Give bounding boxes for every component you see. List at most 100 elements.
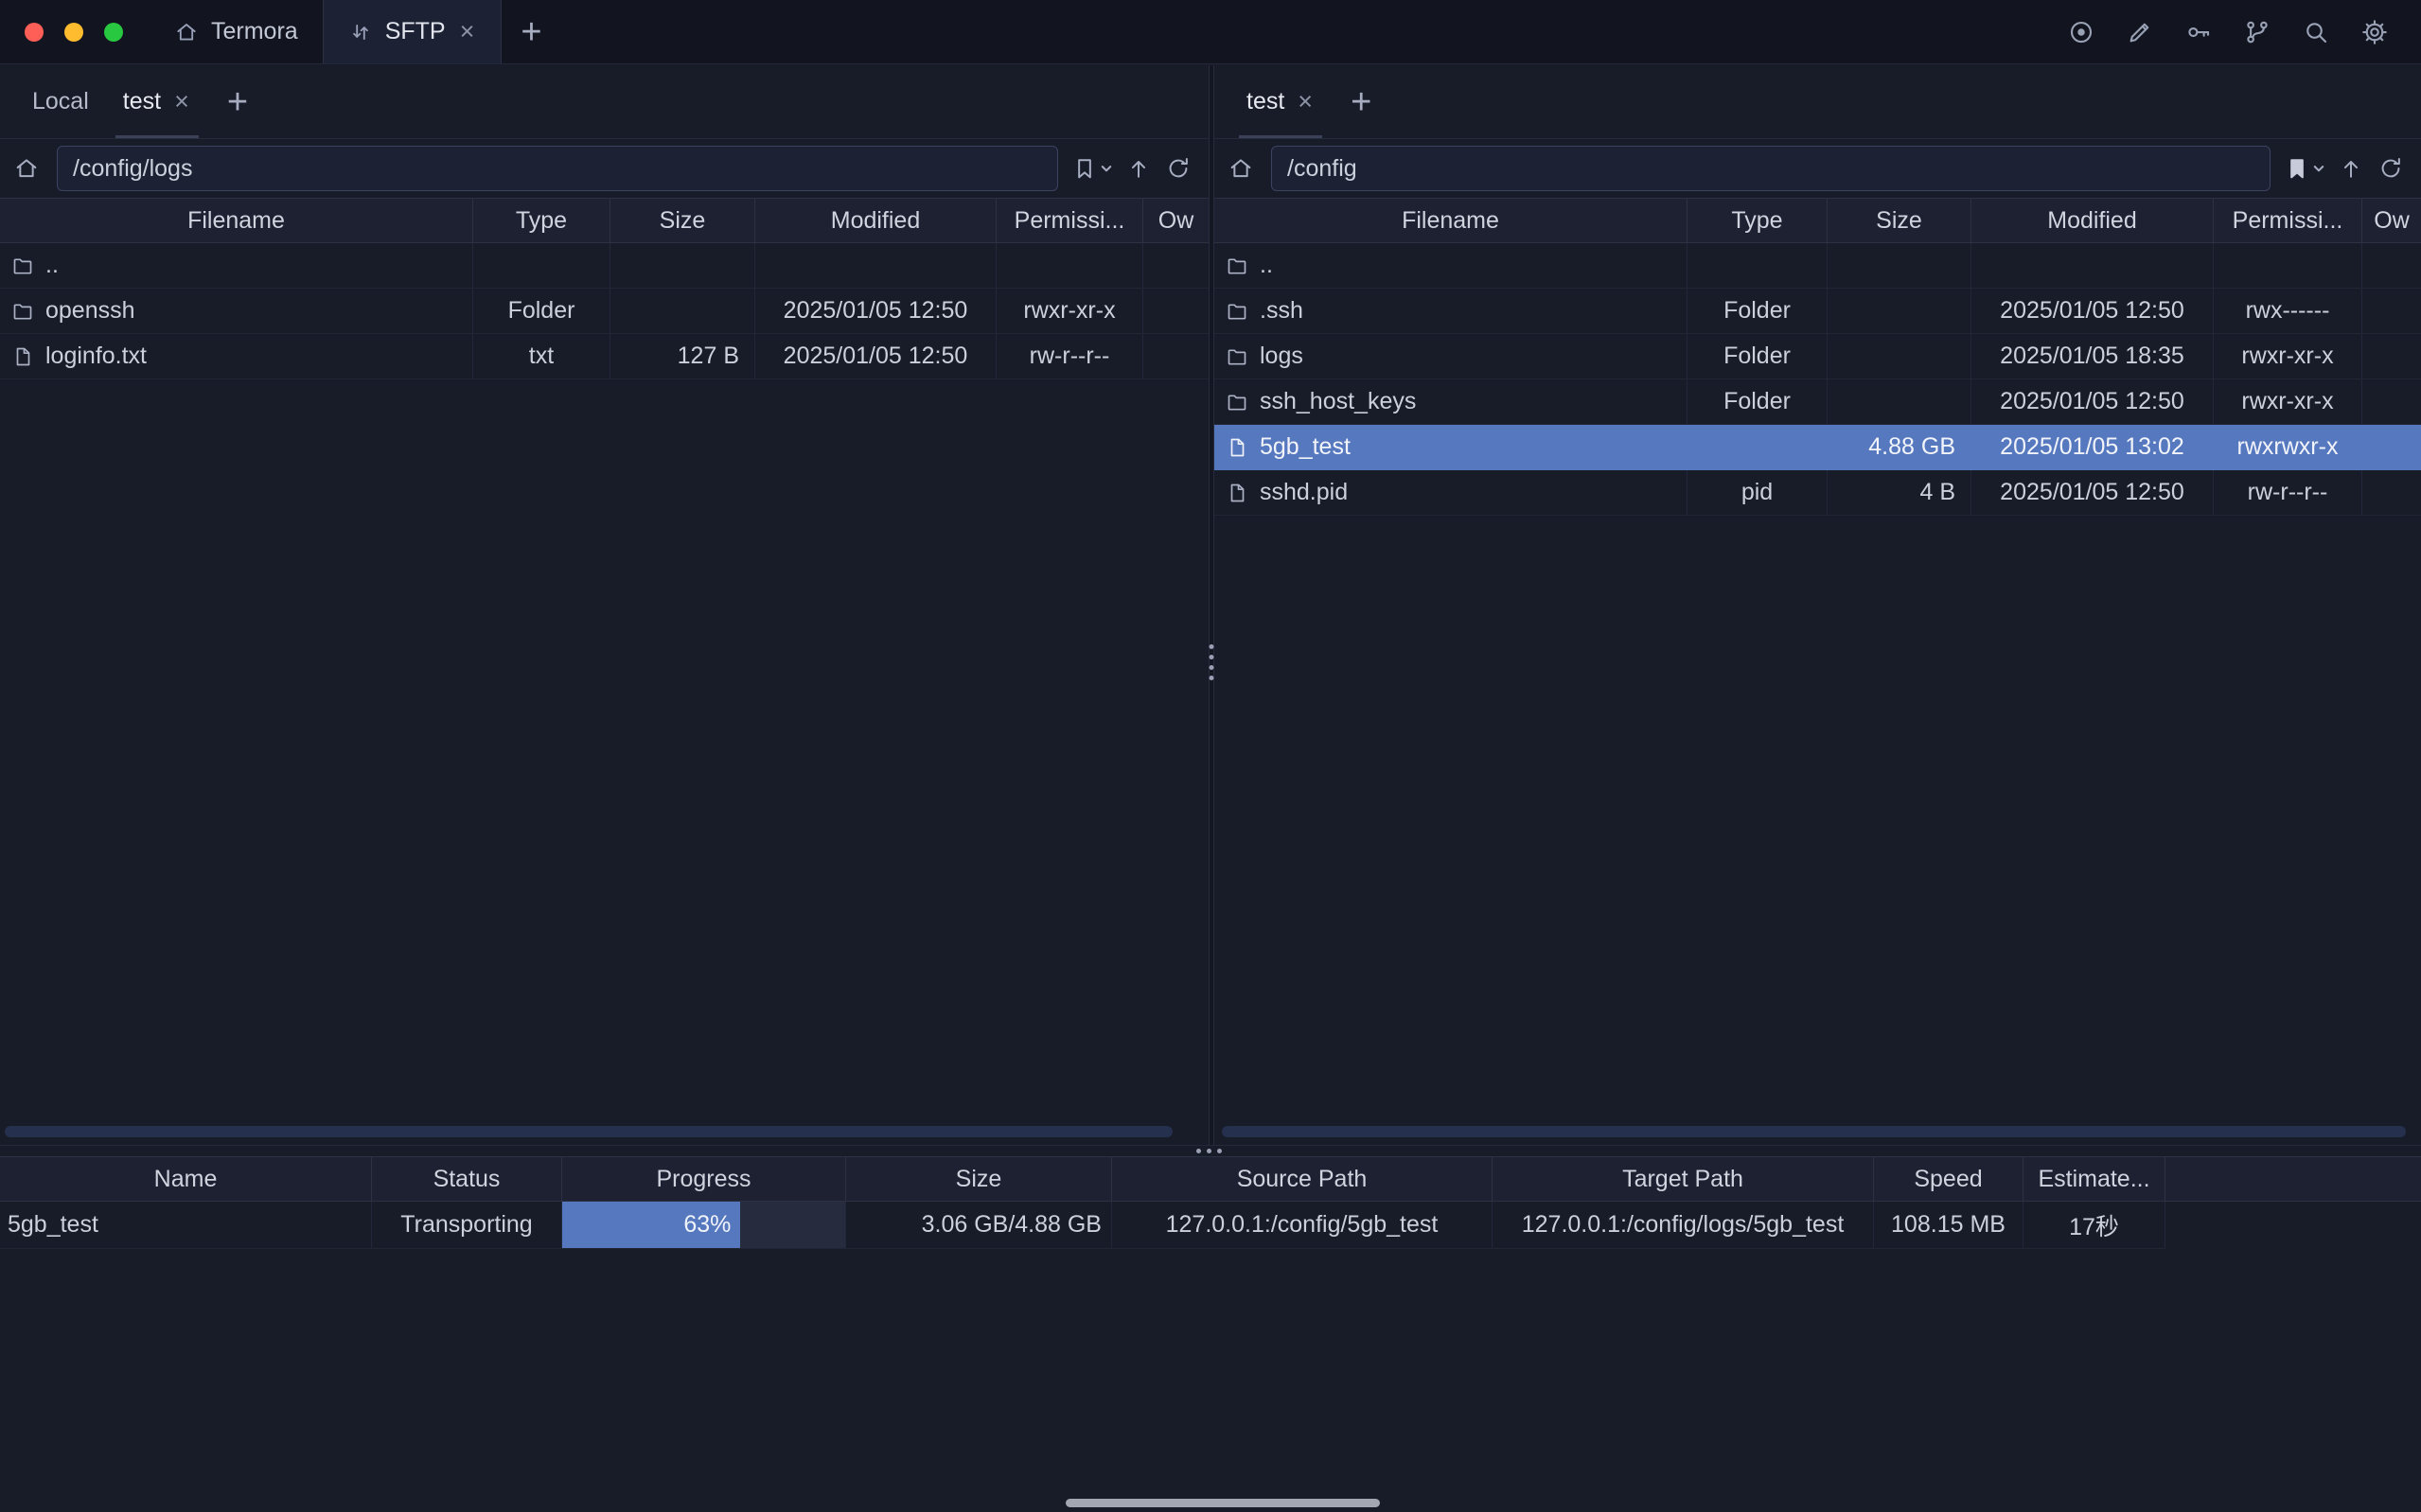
tab-sftp[interactable]: SFTP × (323, 0, 503, 63)
edit-icon[interactable] (2122, 14, 2158, 50)
home-icon[interactable] (1224, 155, 1258, 182)
file-row-selected[interactable]: 5gb_test 4.88 GB 2025/01/05 13:02 rwxrwx… (1214, 425, 2421, 470)
file-icon (1226, 436, 1248, 459)
close-icon[interactable]: × (458, 17, 477, 46)
bookmark-button-right[interactable] (2284, 155, 2324, 182)
transfer-row[interactable]: 5gb_test Transporting 63% 3.06 GB/4.88 G… (0, 1202, 2421, 1249)
column-header-type[interactable]: Type (1688, 199, 1828, 242)
home-icon[interactable] (9, 155, 44, 182)
local-pane: Local test × + (0, 65, 1209, 1145)
column-header-permissions[interactable]: Permissi... (997, 199, 1143, 242)
column-header-size[interactable]: Size (610, 199, 755, 242)
transfer-estimate: 17秒 (2023, 1202, 2165, 1249)
column-header-filename[interactable]: Filename (0, 199, 473, 242)
search-icon[interactable] (2298, 14, 2334, 50)
tab-termora[interactable]: Termora (150, 0, 323, 63)
column-header-size[interactable]: Size (846, 1157, 1112, 1201)
file-icon (1226, 482, 1248, 504)
column-header-size[interactable]: Size (1828, 199, 1971, 242)
splitter-grip-icon (1196, 1149, 1222, 1153)
zoom-window-button[interactable] (104, 23, 123, 42)
column-header-owner[interactable]: Ow (2362, 199, 2421, 242)
left-pathbar (0, 139, 1209, 198)
column-header-target-path[interactable]: Target Path (1493, 1157, 1874, 1201)
minimize-window-button[interactable] (64, 23, 83, 42)
column-header-modified[interactable]: Modified (1971, 199, 2214, 242)
transfer-status: Transporting (372, 1202, 562, 1249)
refresh-icon (1165, 155, 1192, 182)
path-input-right[interactable] (1271, 146, 2271, 191)
file-icon (11, 345, 34, 368)
titlebar: Termora SFTP × + (0, 0, 2421, 64)
transfers-panel: Name Status Progress Size Source Path Ta… (0, 1156, 2421, 1249)
horizontal-scrollbar-right[interactable] (1222, 1126, 2406, 1137)
filename: .. (45, 252, 59, 279)
close-window-button[interactable] (25, 23, 44, 42)
file-row[interactable]: openssh Folder 2025/01/05 12:50 rwxr-xr-… (0, 289, 1209, 334)
file-row[interactable]: loginfo.txt txt 127 B 2025/01/05 12:50 r… (0, 334, 1209, 379)
close-icon[interactable]: × (1296, 87, 1315, 116)
column-header-filename[interactable]: Filename (1214, 199, 1688, 242)
row-filler (2165, 1202, 2421, 1249)
column-header-type[interactable]: Type (473, 199, 610, 242)
filename: loginfo.txt (45, 343, 147, 370)
tab-test-left[interactable]: test × (106, 65, 208, 138)
column-header-modified[interactable]: Modified (755, 199, 997, 242)
arrow-up-icon (2338, 155, 2364, 182)
close-icon[interactable]: × (172, 87, 191, 116)
column-header-progress[interactable]: Progress (562, 1157, 846, 1201)
bookmark-icon (1071, 155, 1098, 182)
bookmark-button-left[interactable] (1071, 155, 1112, 182)
file-row[interactable]: .. (1214, 243, 2421, 289)
transfer-speed: 108.15 MB (1874, 1202, 2023, 1249)
file-row[interactable]: sshd.pid pid 4 B 2025/01/05 12:50 rw-r--… (1214, 470, 2421, 516)
go-up-button-right[interactable] (2338, 155, 2364, 182)
left-pane-tabbar: Local test × + (0, 65, 1209, 139)
tab-test-left-label: test (123, 88, 161, 115)
refresh-button-left[interactable] (1165, 155, 1192, 182)
folder-icon (1226, 345, 1248, 368)
key-icon[interactable] (2181, 14, 2217, 50)
file-row[interactable]: .. (0, 243, 1209, 289)
tab-termora-label: Termora (211, 18, 298, 45)
tab-test-right[interactable]: test × (1229, 65, 1332, 138)
left-table-header: Filename Type Size Modified Permissi... … (0, 198, 1209, 243)
go-up-button-left[interactable] (1125, 155, 1152, 182)
column-header-source-path[interactable]: Source Path (1112, 1157, 1493, 1201)
pane-splitter-horizontal[interactable] (0, 1145, 2421, 1156)
horizontal-scrollbar-left[interactable] (5, 1126, 1173, 1137)
tab-local[interactable]: Local (15, 65, 106, 138)
right-pathbar (1214, 139, 2421, 198)
right-pane-tabbar: test × + (1214, 65, 2421, 139)
file-row[interactable]: .ssh Folder 2025/01/05 12:50 rwx------ (1214, 289, 2421, 334)
column-header-name[interactable]: Name (0, 1157, 372, 1201)
new-window-tab-button[interactable]: + (502, 14, 560, 50)
path-input-left[interactable] (57, 146, 1058, 191)
git-branch-icon[interactable] (2239, 14, 2275, 50)
refresh-icon (2377, 155, 2404, 182)
file-row[interactable]: logs Folder 2025/01/05 18:35 rwxr-xr-x (1214, 334, 2421, 379)
transfer-target-path: 127.0.0.1:/config/logs/5gb_test (1493, 1202, 1874, 1249)
column-header-permissions[interactable]: Permissi... (2214, 199, 2362, 242)
transfer-source-path: 127.0.0.1:/config/5gb_test (1112, 1202, 1493, 1249)
right-file-table: Filename Type Size Modified Permissi... … (1214, 198, 2421, 516)
file-row[interactable]: ssh_host_keys Folder 2025/01/05 12:50 rw… (1214, 379, 2421, 425)
filename: sshd.pid (1260, 479, 1348, 506)
refresh-button-right[interactable] (2377, 155, 2404, 182)
folder-icon (11, 300, 34, 323)
chevron-down-icon (1101, 165, 1112, 173)
arrow-up-icon (1125, 155, 1152, 182)
column-header-speed[interactable]: Speed (1874, 1157, 2023, 1201)
new-pane-tab-button-right[interactable]: + (1332, 84, 1390, 120)
new-pane-tab-button-left[interactable]: + (208, 84, 267, 120)
column-header-estimate[interactable]: Estimate... (2023, 1157, 2165, 1201)
settings-icon[interactable] (2357, 14, 2393, 50)
home-icon (174, 20, 199, 44)
splitter-grip-icon (1210, 644, 1214, 680)
column-header-status[interactable]: Status (372, 1157, 562, 1201)
bookmark-filled-icon (2284, 155, 2310, 182)
column-header-owner[interactable]: Ow (1143, 199, 1209, 242)
record-icon[interactable] (2063, 14, 2099, 50)
chevron-down-icon (2313, 165, 2324, 173)
bottom-scrollbar-thumb[interactable] (1066, 1499, 1380, 1507)
